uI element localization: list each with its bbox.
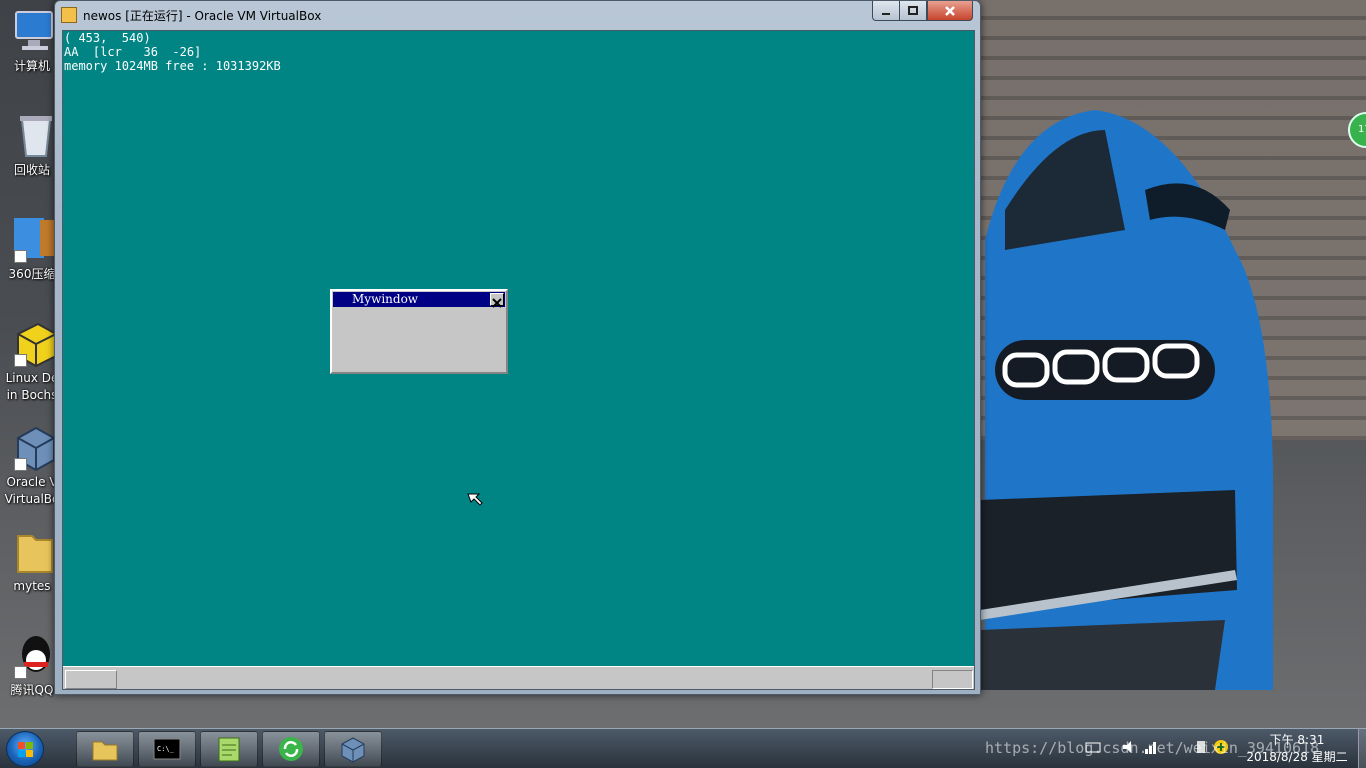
maximize-icon [908, 5, 918, 15]
taskbar-virtualbox-button[interactable] [324, 731, 382, 767]
show-desktop-button[interactable] [1358, 729, 1366, 768]
taskbar-cmd-button[interactable]: C:\_ [138, 731, 196, 767]
desktop-icon-computer[interactable]: 计算机 [2, 8, 62, 100]
guest-window-title: Mywindow [352, 292, 419, 306]
wallpaper-car-image [980, 110, 1274, 690]
guest-os-screen[interactable]: ( 453, 540) AA [lcr 36 -26] memory 1024MB … [62, 30, 975, 690]
minimize-button[interactable] [872, 1, 900, 21]
computer-icon [15, 11, 53, 50]
shortcut-arrow-icon [14, 250, 27, 263]
console-line: AA [lcr 36 -26] [64, 45, 202, 59]
desktop-icon-label: Linux De [5, 371, 59, 385]
desktop-icon-recycle-bin[interactable]: 回收站 [2, 112, 62, 204]
virtualbox-icon [341, 737, 365, 763]
folder-icon [17, 535, 53, 573]
close-icon [492, 298, 502, 308]
desktop-icon-label: 计算机 [13, 59, 50, 73]
guest-window-titlebar[interactable]: Mywindow [333, 292, 505, 308]
console-line: ( 453, 540) [64, 31, 151, 45]
desktop-icon-label: 回收站 [13, 163, 50, 177]
desktop-icon-label-line2: VirtualBo [4, 492, 60, 506]
notepad-icon [218, 737, 240, 762]
desktop-icon-label: 360压缩 [8, 267, 56, 281]
guest-window-close-button[interactable] [490, 293, 504, 308]
explorer-icon [92, 741, 118, 761]
console-text: ( 453, 540) AA [lcr 36 -26] memory 1024MB … [64, 31, 281, 73]
taskbar-notepad-button[interactable] [200, 731, 258, 767]
minimize-icon [882, 12, 890, 15]
shortcut-arrow-icon [14, 458, 27, 471]
desktop-icon-mytes-folder[interactable]: mytes [2, 528, 62, 620]
desktop-icon-label: Oracle V [6, 475, 58, 489]
cmd-icon: C:\_ [153, 738, 181, 760]
close-icon [945, 5, 955, 16]
desktop-icon-virtualbox[interactable]: Oracle V VirtualBo [2, 424, 62, 514]
windows-logo-icon [18, 742, 33, 757]
guest-window-mywindow[interactable]: Mywindow [330, 289, 508, 374]
desktop-icon-qq[interactable]: 腾讯QQ [2, 632, 62, 724]
mouse-cursor-icon [467, 493, 483, 506]
console-line: memory 1024MB free : 1031392KB [64, 59, 281, 73]
virtualbox-window: newos [正在运行] - Oracle VM VirtualBox ( 45… [54, 0, 981, 695]
desktop-icon-360zip[interactable]: 360压缩 [2, 216, 62, 308]
desktop-icon-label-line2: in Bochs [6, 388, 58, 402]
guest-taskbar [63, 666, 974, 689]
shortcut-arrow-icon [14, 666, 27, 679]
virtualbox-app-icon [61, 7, 77, 23]
window-titlebar[interactable]: newos [正在运行] - Oracle VM VirtualBox [55, 1, 980, 29]
maximize-button[interactable] [899, 1, 927, 21]
window-title: newos [正在运行] - Oracle VM VirtualBox [83, 9, 322, 23]
taskbar-refresh-app-button[interactable] [262, 731, 320, 767]
refresh-app-icon [279, 737, 303, 761]
desktop-icon-bochs[interactable]: Linux De in Bochs [2, 320, 62, 410]
close-button[interactable] [927, 1, 973, 21]
desktop-icon-label: 腾讯QQ [10, 683, 54, 697]
recycle-bin-icon [20, 116, 52, 157]
taskbar-explorer-button[interactable] [76, 731, 134, 767]
watermark-text: https://blog.csdn.net/weixin_39410618 [985, 739, 1320, 757]
desktop-icon-label: mytes [13, 579, 51, 593]
guest-tray [932, 670, 973, 689]
guest-start-button[interactable] [65, 670, 117, 689]
svg-text:C:\_: C:\_ [157, 745, 175, 753]
start-button[interactable] [6, 731, 44, 767]
shortcut-arrow-icon [14, 354, 27, 367]
